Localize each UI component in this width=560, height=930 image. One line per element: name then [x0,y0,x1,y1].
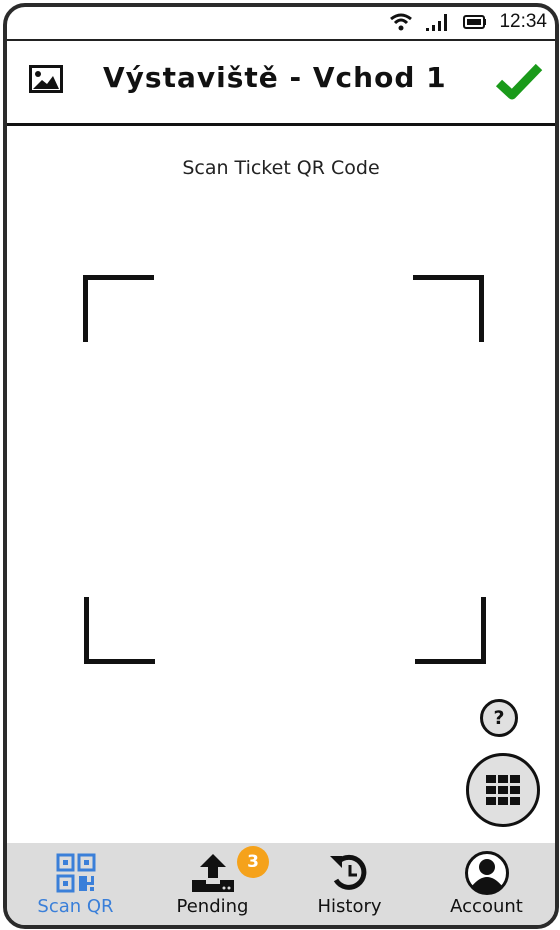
tab-label: Account [450,896,523,917]
signal-icon [426,14,448,31]
wifi-icon [390,13,413,31]
tab-account[interactable]: Account [418,843,555,925]
tab-scan-qr[interactable]: Scan QR [7,843,144,925]
status-time: 12:34 [499,11,547,32]
page-title: Výstaviště - Vchod 1 [103,61,447,94]
tab-history[interactable]: History [281,843,418,925]
viewfinder-corner-bottom-left [84,597,155,664]
phone-frame: 12:34 Výstaviště - Vchod 1 Scan Ticket Q… [3,3,559,929]
battery-icon [463,15,487,29]
upload-icon [191,854,234,892]
qr-code-icon [56,853,95,893]
viewfinder-corner-bottom-right [415,597,486,664]
tab-label: History [317,896,382,917]
help-icon: ? [493,707,505,729]
viewfinder-corner-top-right [413,275,484,342]
bottom-nav: Scan QR Pending History Account 3 [7,843,555,925]
checkmark-icon[interactable] [495,61,543,103]
scan-instruction: Scan Ticket QR Code [182,157,380,179]
status-bar: 12:34 [7,7,555,41]
app-header: Výstaviště - Vchod 1 [7,41,555,126]
account-icon [464,851,509,895]
image-icon[interactable] [29,65,63,93]
keypad-button[interactable] [466,753,540,827]
history-icon [329,854,366,890]
tab-label: Pending [176,896,249,917]
keypad-grid-icon [486,775,520,805]
viewfinder-corner-top-left [83,275,154,342]
tab-label: Scan QR [37,896,114,917]
pending-count-badge: 3 [237,846,269,878]
help-button[interactable]: ? [480,699,518,737]
